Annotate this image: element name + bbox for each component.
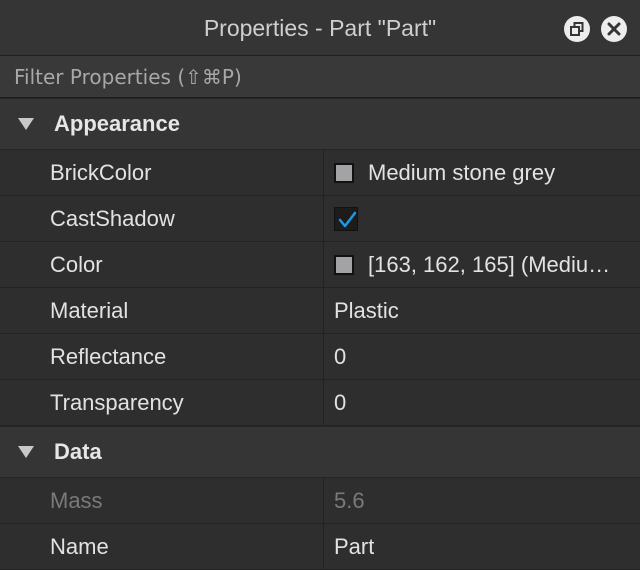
- property-row-transparency[interactable]: Transparency 0: [0, 380, 640, 426]
- triangle-down-icon[interactable]: [18, 118, 34, 130]
- property-value-reflectance[interactable]: 0: [324, 334, 640, 379]
- castshadow-checkbox[interactable]: [334, 206, 358, 231]
- property-value-transparency[interactable]: 0: [324, 380, 640, 425]
- color-swatch[interactable]: [334, 162, 354, 183]
- property-row-name[interactable]: Name Part: [0, 524, 640, 570]
- checkmark-icon: [338, 211, 357, 227]
- close-button[interactable]: [601, 16, 627, 42]
- color-swatch[interactable]: [334, 254, 354, 275]
- window-title: Properties - Part "Part": [203, 15, 437, 41]
- property-name: Transparency: [0, 380, 324, 425]
- property-name: Reflectance: [0, 334, 324, 379]
- property-name: Material: [0, 288, 324, 333]
- property-name: Name: [0, 524, 324, 569]
- triangle-down-icon[interactable]: [18, 446, 34, 458]
- title-bar[interactable]: Properties - Part "Part": [0, 0, 640, 56]
- section-label-data: Data: [54, 439, 102, 464]
- property-value-castshadow[interactable]: [324, 196, 640, 241]
- section-header-appearance[interactable]: Appearance: [0, 98, 640, 150]
- property-row-material[interactable]: Material Plastic: [0, 288, 640, 334]
- brickcolor-value: Medium stone grey: [368, 159, 556, 185]
- properties-panel: Properties - Part "Part" Appearance Bric…: [0, 0, 640, 570]
- property-value-brickcolor[interactable]: Medium stone grey: [324, 150, 640, 195]
- property-name: BrickColor: [0, 150, 324, 195]
- filter-bar: [0, 56, 640, 98]
- property-row-brickcolor[interactable]: BrickColor Medium stone grey: [0, 150, 640, 196]
- property-row-castshadow[interactable]: CastShadow: [0, 196, 640, 242]
- filter-properties-input[interactable]: [14, 64, 614, 89]
- property-value-material[interactable]: Plastic: [324, 288, 640, 333]
- restore-window-button[interactable]: [564, 16, 590, 42]
- reflectance-value: 0: [334, 343, 347, 369]
- property-name: CastShadow: [0, 196, 324, 241]
- color-value: [163, 162, 165] (Mediu…: [368, 251, 611, 277]
- section-label-appearance: Appearance: [54, 111, 180, 136]
- property-row-reflectance[interactable]: Reflectance 0: [0, 334, 640, 380]
- name-value: Part: [334, 533, 375, 559]
- property-row-color[interactable]: Color [163, 162, 165] (Mediu…: [0, 242, 640, 288]
- property-name: Mass: [0, 478, 324, 523]
- property-value-name[interactable]: Part: [324, 524, 640, 569]
- property-row-mass: Mass 5.6: [0, 478, 640, 524]
- restore-window-icon: [570, 22, 584, 36]
- property-value-color[interactable]: [163, 162, 165] (Mediu…: [324, 242, 640, 287]
- section-header-data[interactable]: Data: [0, 426, 640, 478]
- property-name: Color: [0, 242, 324, 287]
- material-value: Plastic: [334, 297, 399, 323]
- mass-value: 5.6: [334, 487, 365, 513]
- transparency-value: 0: [334, 389, 347, 415]
- close-icon: [607, 22, 621, 36]
- property-value-mass: 5.6: [324, 478, 640, 523]
